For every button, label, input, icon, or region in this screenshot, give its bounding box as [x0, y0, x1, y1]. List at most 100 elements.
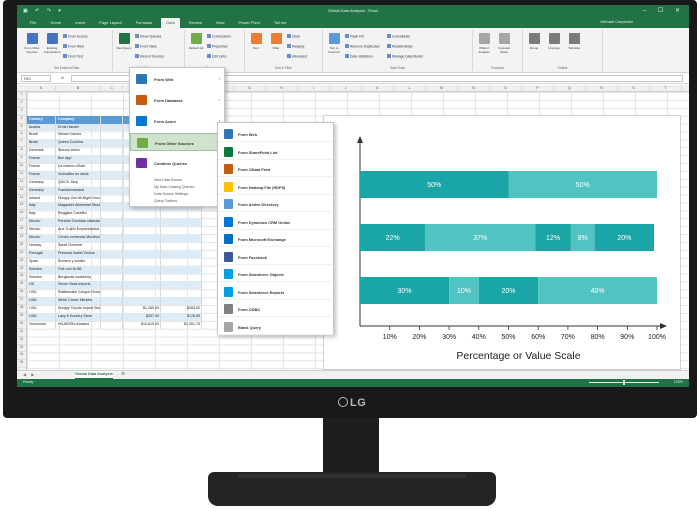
menu-item-query-options[interactable]: Query Options [154, 199, 177, 203]
submenu-item-blank-query[interactable]: Blank Query [218, 319, 333, 335]
table-cell[interactable]: Frankenversand [56, 186, 101, 195]
ribbon-button-advanced[interactable]: Advanced [287, 54, 307, 59]
table-cell[interactable]: Germany [27, 186, 56, 195]
table-cell[interactable] [101, 186, 123, 195]
table-cell[interactable] [101, 226, 123, 235]
row-header[interactable]: 3 [17, 108, 26, 116]
table-cell[interactable]: La maison d'Asie [56, 163, 101, 171]
table-cell[interactable]: Brazil [27, 139, 56, 148]
table-cell[interactable] [101, 194, 123, 203]
row-header[interactable]: 26 [17, 289, 26, 298]
table-cell[interactable]: USA [27, 289, 56, 298]
table-cell[interactable]: Pericles Comidas clásicas [56, 218, 101, 227]
table-cell[interactable]: $357.00 [123, 312, 161, 321]
ribbon-button-what-if-analysis[interactable]: What-If Analysis [475, 33, 493, 54]
table-cell[interactable] [161, 241, 202, 250]
row-header[interactable]: 34 [17, 352, 26, 361]
tab-power-pivot[interactable]: Power Pivot [233, 18, 264, 28]
column-header-g[interactable]: G [234, 85, 266, 92]
table-cell[interactable] [161, 273, 202, 282]
table-cell[interactable] [161, 265, 202, 274]
ribbon-button-remove-duplicates[interactable]: Remove Duplicates [345, 44, 379, 49]
table-cell[interactable]: Magazzini Alimentari Riuniti [56, 202, 101, 211]
ribbon-button-from-access[interactable]: From Access [63, 34, 88, 39]
ribbon-button-sort[interactable]: Sort [247, 33, 265, 50]
table-cell[interactable] [101, 297, 123, 306]
row-header[interactable]: 15 [17, 202, 26, 211]
table-cell[interactable] [101, 249, 123, 258]
column-header-j[interactable]: J [330, 85, 362, 92]
table-cell[interactable]: USA [27, 297, 56, 306]
ribbon-button-clear[interactable]: Clear [287, 34, 300, 39]
row-header[interactable]: 2 [17, 100, 26, 108]
table-cell[interactable] [101, 139, 123, 148]
column-header-s[interactable]: S [618, 85, 650, 92]
row-header[interactable]: 4 [17, 116, 26, 124]
table-cell[interactable] [101, 218, 123, 227]
row-header[interactable]: 35 [17, 360, 26, 369]
table-cell[interactable] [101, 312, 123, 321]
table-cell[interactable]: Portugal [27, 249, 56, 258]
ribbon-button-show-queries[interactable]: Show Queries [135, 34, 161, 39]
table-cell[interactable]: Princesa Isabel Vinhos [56, 249, 101, 258]
menu-item-new-data-source[interactable]: New Data Source [154, 178, 182, 182]
row-header[interactable]: 31 [17, 329, 26, 337]
table-cell[interactable] [123, 249, 161, 258]
menu-item-from-web[interactable]: From Web › [130, 70, 224, 88]
table-cell[interactable]: $10,815.00 [123, 320, 161, 329]
table-cell[interactable]: Victuailles en stock [56, 170, 101, 179]
row-header[interactable]: 12 [17, 179, 26, 187]
table-header-cell[interactable]: Country [27, 115, 56, 124]
column-header-k[interactable]: K [362, 85, 394, 92]
row-header[interactable]: 18 [17, 226, 26, 235]
menu-item-from-database[interactable]: From Database › [130, 91, 224, 109]
table-cell[interactable]: Italy [27, 210, 56, 219]
table-cell[interactable]: $283.50 [161, 305, 202, 313]
table-cell[interactable]: Mexico [27, 218, 56, 227]
row-header[interactable]: 24 [17, 273, 26, 282]
table-cell[interactable]: Mexico [27, 234, 56, 242]
table-cell[interactable] [161, 281, 202, 290]
table-cell[interactable] [123, 281, 161, 290]
table-cell[interactable]: Ana Trujillo Emparedados [56, 226, 101, 235]
table-cell[interactable]: USA [27, 312, 56, 321]
menu-item-my-data-catalog-queries[interactable]: My Data Catalog Queries [154, 185, 194, 189]
column-header-n[interactable]: N [458, 85, 490, 92]
ribbon-button-group[interactable]: Group [525, 33, 543, 50]
table-cell[interactable] [123, 265, 161, 274]
table-cell[interactable] [123, 210, 161, 219]
row-header[interactable]: 1 [17, 92, 26, 100]
row-header[interactable]: 11 [17, 171, 26, 179]
table-cell[interactable]: Denmark [27, 147, 56, 156]
tab-page-layout[interactable]: Page Layout [94, 18, 126, 28]
row-header[interactable]: 33 [17, 345, 26, 353]
table-cell[interactable] [101, 147, 123, 156]
table-cell[interactable] [101, 273, 123, 282]
table-cell[interactable]: Norway [27, 241, 56, 250]
tab-view[interactable]: View [211, 18, 230, 28]
zoom-slider[interactable] [589, 380, 659, 385]
table-cell[interactable] [101, 234, 123, 242]
stacked-bar-chart[interactable]: 10% 20% 30% 40% 50% 60% 70% 80% 90% 100% Percentag… [323, 115, 681, 370]
ribbon-button-text-to-columns[interactable]: Text to Columns [325, 33, 343, 54]
table-cell[interactable] [161, 249, 202, 258]
row-header[interactable]: 14 [17, 195, 26, 203]
column-header-a[interactable]: A [27, 85, 56, 92]
tab-file[interactable]: File [25, 18, 41, 28]
ribbon-button-connections[interactable]: Connections [207, 34, 231, 39]
table-cell[interactable]: Hungry Coyote Import Store [56, 305, 101, 313]
ribbon-button-edit-links[interactable]: Edit Links [207, 54, 227, 59]
row-header[interactable]: 20 [17, 242, 26, 250]
row-header[interactable]: 13 [17, 187, 26, 195]
menu-item-from-other-sources[interactable]: From Other Sources› [130, 133, 224, 151]
submenu-item-from-hadoop-file-hdfs-[interactable]: From Hadoop File (HDFS) [218, 179, 333, 195]
tab-tell-me[interactable]: Tell me [269, 18, 292, 28]
table-cell[interactable] [123, 226, 161, 235]
submenu-item-from-sharepoint-list[interactable]: From SharePoint List [218, 144, 333, 160]
table-cell[interactable] [161, 218, 202, 227]
table-cell[interactable]: Simons bistro [56, 147, 101, 156]
table-header-cell[interactable]: Company [56, 115, 101, 124]
table-cell[interactable] [161, 289, 202, 298]
ribbon-button-manage-data-model[interactable]: Manage Data Model [387, 54, 423, 59]
ribbon-button-flash-fill[interactable]: Flash Fill [345, 34, 364, 39]
